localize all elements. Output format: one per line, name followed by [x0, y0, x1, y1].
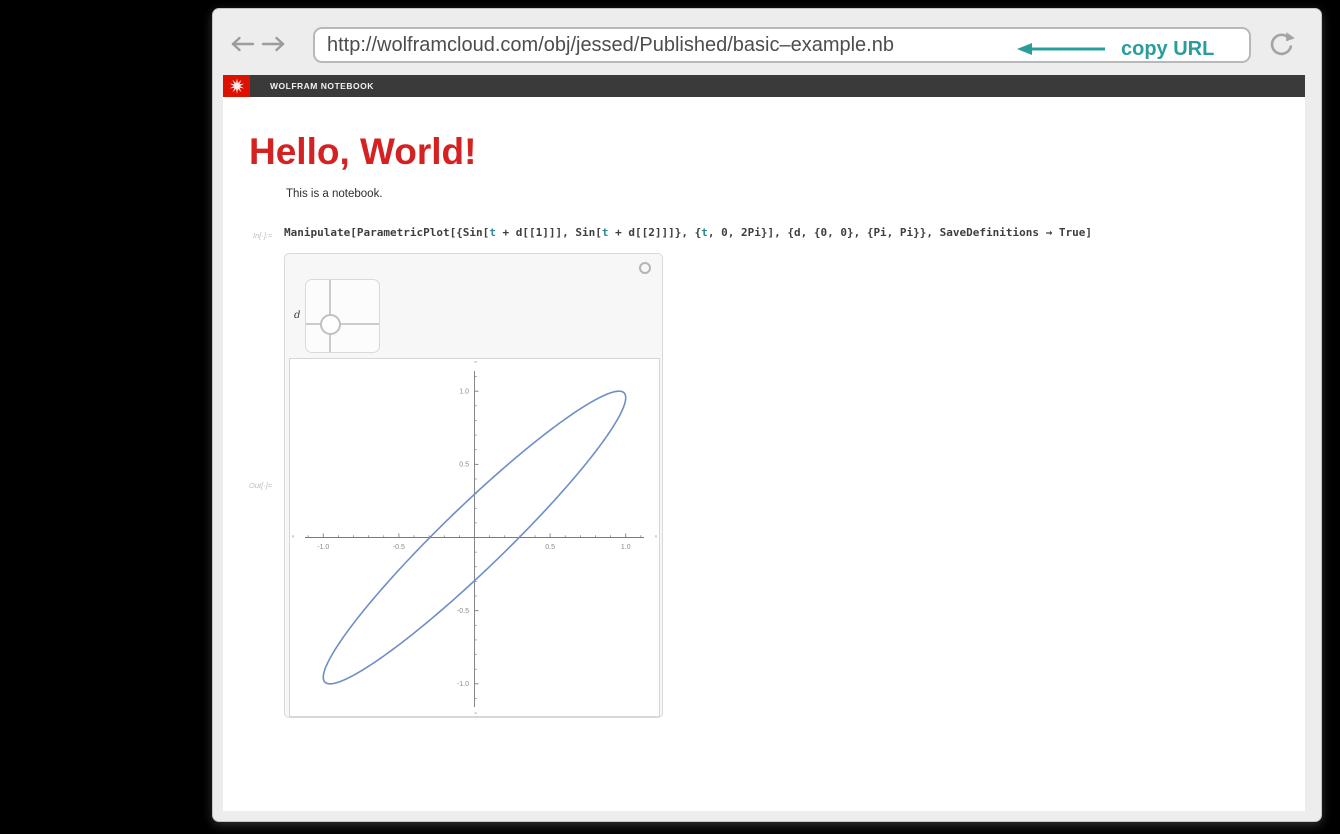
svg-text:1.0: 1.0: [621, 544, 631, 551]
url-input[interactable]: [315, 34, 1027, 57]
reload-icon[interactable]: [1267, 29, 1297, 59]
control-label: d: [294, 310, 300, 321]
svg-text:1.0: 1.0: [459, 389, 469, 396]
wolfram-logo: [223, 75, 250, 97]
manipulate-panel: d -1.0 -0.5 0.5 1.0 -1.0 -0.5 0.5 1.0: [284, 253, 663, 718]
manipulate-menu-icon[interactable]: [639, 262, 651, 274]
brand-label: WOLFRAM NOTEBOOK: [270, 81, 374, 91]
svg-text:0.5: 0.5: [545, 544, 555, 551]
back-icon[interactable]: [229, 36, 255, 52]
forward-icon[interactable]: [261, 36, 287, 52]
in-cell-label: In[·]:=: [253, 231, 272, 240]
url-bar: [313, 27, 1251, 63]
out-cell-label: Out[·]=: [249, 481, 272, 490]
notebook-toolbar: WOLFRAM NOTEBOOK: [223, 75, 1305, 97]
slider-horizontal-guide: [306, 323, 379, 325]
plot-svg: -1.0 -0.5 0.5 1.0 -1.0 -0.5 0.5 1.0: [290, 359, 659, 716]
slider-2d[interactable]: [305, 279, 380, 353]
plot-frame: -1.0 -0.5 0.5 1.0 -1.0 -0.5 0.5 1.0: [289, 358, 660, 717]
browser-window: copy URL WOLFRAM NOTEBOOK Hello, World! …: [212, 8, 1322, 822]
slider-thumb[interactable]: [320, 314, 341, 335]
svg-text:-0.5: -0.5: [393, 544, 405, 551]
page-title: Hello, World!: [249, 131, 476, 173]
svg-text:-0.5: -0.5: [457, 608, 469, 615]
svg-text:0.5: 0.5: [459, 462, 469, 469]
code-cell[interactable]: Manipulate[ParametricPlot[{Sin[t + d[[1]…: [284, 226, 1092, 239]
notebook-page: Hello, World! This is a notebook. In[·]:…: [223, 97, 1305, 811]
text-cell: This is a notebook.: [286, 188, 383, 200]
svg-text:-1.0: -1.0: [457, 681, 469, 688]
wolfram-spikey-icon: [229, 78, 245, 94]
svg-text:-1.0: -1.0: [317, 544, 329, 551]
